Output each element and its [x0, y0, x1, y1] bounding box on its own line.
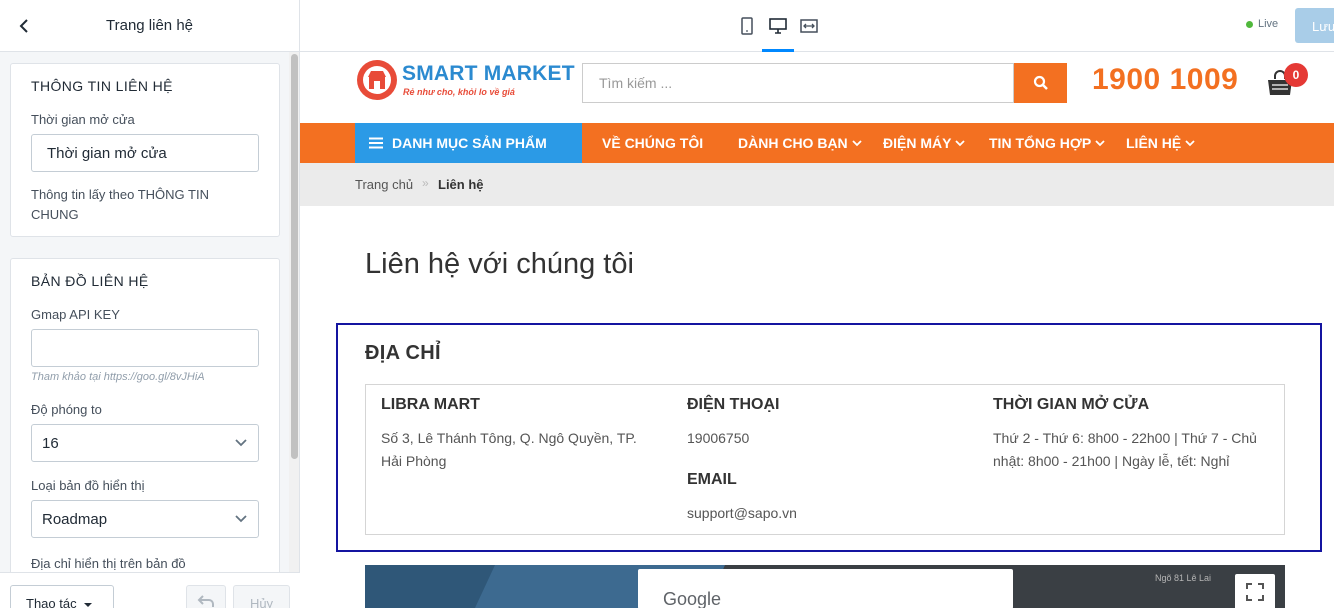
nav-item-label: DÀNH CHO BẠN — [738, 135, 848, 151]
contact-map-card: BẢN ĐỒ LIÊN HỆ Gmap API KEY Tham khảo tạ… — [10, 258, 280, 572]
sidebar-scrollbar[interactable] — [289, 52, 299, 572]
hotline-number[interactable]: 1900 1009 — [1092, 63, 1238, 97]
cancel-button[interactable]: Hủy — [233, 585, 290, 608]
mobile-view-button[interactable] — [734, 14, 760, 38]
zoom-select[interactable]: 16 — [31, 424, 259, 462]
nav-item-label: ĐIỆN MÁY — [883, 135, 952, 151]
gmap-api-hint: Tham khảo tại https://goo.gl/8vJHiA — [31, 371, 205, 383]
nav-item-about[interactable]: VỀ CHÚNG TÔI — [602, 123, 703, 163]
sidebar-footer: Thao tác Hủy — [0, 572, 300, 608]
opening-time-input[interactable]: Thời gian mở cửa — [31, 134, 259, 172]
sidebar-header: Trang liên hệ — [0, 0, 299, 52]
map-type-select[interactable]: Roadmap — [31, 500, 259, 538]
undo-button[interactable] — [186, 585, 226, 608]
undo-icon — [197, 595, 214, 607]
chevron-left-icon — [19, 19, 28, 33]
back-button[interactable] — [12, 14, 36, 38]
address-details-box: LIBRA MART Số 3, Lê Thánh Tông, Q. Ngô Q… — [365, 384, 1285, 535]
sidebar-scroll-area: THÔNG TIN LIÊN HỆ Thời gian mở cửa Thời … — [0, 52, 290, 572]
map-fullscreen-button[interactable] — [1235, 574, 1275, 608]
breadcrumb-separator: » — [422, 176, 429, 190]
nav-item-label: LIÊN HỆ — [1126, 135, 1182, 151]
contact-map-title: BẢN ĐỒ LIÊN HỆ — [31, 273, 149, 289]
nav-item-news[interactable]: TIN TỔNG HỢP — [989, 123, 1105, 163]
nav-item-label: TIN TỔNG HỢP — [989, 135, 1092, 151]
gmap-api-key-label: Gmap API KEY — [31, 307, 120, 322]
store-address: Số 3, Lê Thánh Tông, Q. Ngô Quyền, TP. H… — [381, 430, 637, 469]
live-status: Live — [1246, 18, 1278, 30]
preview-toolbar: Live Lưu — [300, 0, 1334, 52]
opening-time-label: Thời gian mở cửa — [31, 112, 135, 127]
phone-heading: ĐIỆN THOẠI — [687, 396, 780, 413]
breadcrumb-current: Liên hệ — [438, 177, 484, 192]
nav-category-menu[interactable]: DANH MỤC SẢN PHẨM — [355, 123, 582, 163]
search-button[interactable] — [1014, 63, 1067, 103]
page-title: Liên hệ với chúng tôi — [365, 248, 634, 280]
zoom-label: Độ phóng to — [31, 402, 102, 417]
breadcrumb-home-link[interactable]: Trang chủ — [355, 177, 413, 192]
nav-item-contact[interactable]: LIÊN HỆ — [1126, 123, 1195, 163]
hamburger-menu-icon — [369, 137, 383, 149]
chevron-down-icon — [1185, 140, 1195, 147]
caret-down-icon — [84, 602, 93, 607]
chevron-down-icon — [235, 515, 247, 523]
store-search: Tìm kiếm ... — [582, 63, 1014, 103]
search-icon — [1033, 75, 1048, 90]
main-nav: DANH MỤC SẢN PHẨM VỀ CHÚNG TÔI DÀNH CHO … — [300, 123, 1334, 163]
zoom-select-value: 16 — [42, 434, 59, 452]
map-address-label: Địa chỉ hiển thị trên bản đồ — [31, 556, 186, 571]
google-map[interactable]: Google Ngõ 81 Lê Lai — [365, 565, 1285, 608]
breadcrumb: Trang chủ » Liên hệ — [300, 163, 1334, 206]
fullwidth-view-button[interactable] — [796, 14, 822, 38]
nav-item-electronics[interactable]: ĐIỆN MÁY — [883, 123, 966, 163]
chevron-down-icon — [955, 140, 966, 147]
address-section[interactable]: ĐỊA CHỈ LIBRA MART Số 3, Lê Thánh Tông, … — [336, 323, 1322, 552]
google-logo: Google — [663, 589, 722, 608]
nav-item-for-you[interactable]: DÀNH CHO BẠN — [738, 123, 862, 163]
chevron-down-icon — [235, 439, 247, 447]
editor-sidebar: Trang liên hệ THÔNG TIN LIÊN HỆ Thời gia… — [0, 0, 300, 608]
store-logo[interactable]: SMART MARKET Rẻ như cho, khỏi lo về giá — [355, 58, 575, 107]
map-info-card: Google — [638, 569, 1013, 608]
scrollbar-thumb[interactable] — [291, 54, 298, 459]
nav-category-label: DANH MỤC SẢN PHẨM — [392, 135, 547, 151]
contact-info-card: THÔNG TIN LIÊN HỆ Thời gian mở cửa Thời … — [10, 63, 280, 237]
phone-number[interactable]: 19006750 — [687, 427, 749, 450]
storefront-preview: SMART MARKET Rẻ như cho, khỏi lo về giá … — [300, 52, 1334, 608]
map-type-label: Loại bản đồ hiển thị — [31, 478, 145, 493]
chevron-down-icon — [852, 140, 862, 147]
expand-width-icon — [800, 19, 818, 33]
shop-logo-icon — [357, 60, 397, 100]
actions-dropdown-button[interactable]: Thao tác — [10, 585, 114, 608]
actions-label: Thao tác — [26, 596, 77, 608]
contact-info-title: THÔNG TIN LIÊN HỆ — [31, 78, 173, 94]
email-heading: EMAIL — [687, 471, 737, 488]
hours-heading: THỜI GIAN MỞ CỬA — [993, 396, 1150, 413]
save-button[interactable]: Lưu — [1295, 8, 1334, 43]
contact-info-help: Thông tin lấy theo THÔNG TIN CHUNG — [31, 187, 209, 222]
gmap-api-key-input[interactable] — [31, 329, 259, 367]
opening-hours: Thứ 2 - Thứ 6: 8h00 - 22h00 | Thứ 7 - Ch… — [993, 430, 1257, 469]
map-type-select-value: Roadmap — [42, 510, 108, 528]
nav-item-label: VỀ CHÚNG TÔI — [602, 135, 704, 151]
search-input[interactable]: Tìm kiếm ... — [583, 64, 1015, 102]
live-dot-icon — [1246, 20, 1253, 28]
mobile-icon — [741, 17, 753, 35]
map-street-label: Ngõ 81 Lê Lai — [1155, 573, 1212, 583]
address-heading: ĐỊA CHỈ — [365, 342, 441, 364]
desktop-view-button[interactable] — [765, 14, 791, 38]
sidebar-title: Trang liên hệ — [106, 17, 193, 34]
fullscreen-icon — [1246, 583, 1264, 601]
desktop-icon — [769, 18, 787, 34]
live-label: Live — [1258, 18, 1279, 30]
cart-count-badge: 0 — [1284, 63, 1308, 87]
email-address[interactable]: support@sapo.vn — [687, 502, 797, 525]
brand-name: SMART MARKET — [402, 62, 575, 85]
store-name: LIBRA MART — [381, 396, 480, 413]
chevron-down-icon — [1095, 140, 1105, 147]
brand-tagline: Rẻ như cho, khỏi lo về giá — [403, 87, 515, 97]
